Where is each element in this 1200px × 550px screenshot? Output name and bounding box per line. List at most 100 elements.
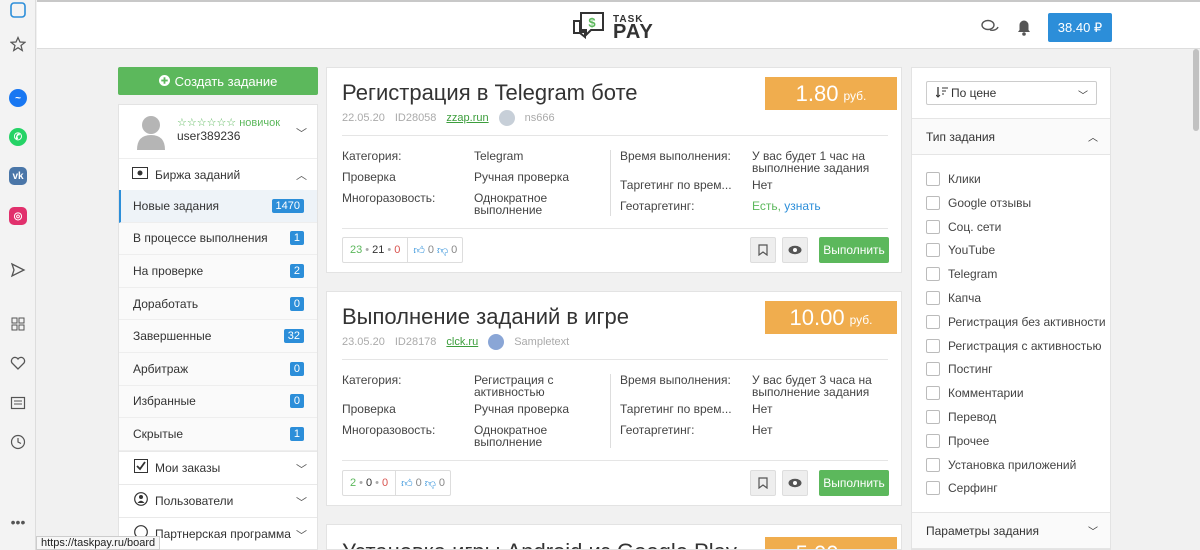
- scrollbar-thumb[interactable]: [1193, 49, 1199, 131]
- chat-icon[interactable]: [980, 17, 1000, 37]
- chevron-down-icon[interactable]: ﹀: [296, 461, 307, 477]
- status-bar-url: https://taskpay.ru/board: [36, 536, 161, 550]
- checkbox[interactable]: [926, 433, 940, 448]
- vk-icon[interactable]: vk: [9, 167, 27, 185]
- create-task-button[interactable]: Создать задание: [118, 67, 318, 95]
- like-dislike[interactable]: 👍︎ 0 👎︎ 0: [396, 477, 450, 490]
- more-icon[interactable]: •••: [8, 512, 28, 532]
- section-users[interactable]: Пользователи ﹀: [119, 483, 317, 517]
- checkbox[interactable]: [926, 457, 940, 472]
- like-dislike[interactable]: 👍︎ 0 👎︎ 0: [408, 244, 462, 257]
- hide-button[interactable]: [782, 237, 808, 263]
- page-scrollbar[interactable]: [1192, 49, 1200, 550]
- user-rank: ☆☆☆☆☆☆ новичок: [177, 117, 281, 129]
- section-my-orders[interactable]: Мои заказы ﹀: [119, 450, 317, 484]
- stat-good: 23: [350, 244, 363, 256]
- grid-icon[interactable]: [8, 314, 28, 334]
- task-type-option[interactable]: Регистрация с активностью: [926, 338, 1102, 353]
- task-type-option[interactable]: YouTube: [926, 243, 995, 258]
- sidebar-item-rework[interactable]: Доработать 0: [119, 287, 317, 321]
- task-type-option[interactable]: Установка приложений: [926, 457, 1076, 472]
- checkbox[interactable]: [926, 386, 940, 401]
- thumbs-down-icon[interactable]: 👎︎: [425, 477, 436, 490]
- execute-button[interactable]: Выполнить: [819, 237, 889, 263]
- eye-icon: [788, 245, 802, 255]
- checkbox[interactable]: [926, 219, 940, 234]
- task-type-option[interactable]: Капча: [926, 291, 981, 305]
- checkbox[interactable]: [926, 338, 940, 353]
- task-author[interactable]: Sampletext: [514, 336, 569, 348]
- bookmark-button[interactable]: [750, 237, 776, 263]
- thumbs-up-icon[interactable]: 👍︎: [413, 244, 425, 257]
- task-type-option[interactable]: Постинг: [926, 362, 993, 377]
- task-type-option[interactable]: Google отзывы: [926, 195, 1031, 210]
- checkbox[interactable]: [926, 267, 940, 282]
- task-type-option[interactable]: Комментарии: [926, 386, 1024, 401]
- task-type-option[interactable]: Прочее: [926, 433, 989, 448]
- task-type-option[interactable]: Соц. сети: [926, 219, 1001, 234]
- task-params-header[interactable]: Параметры задания ﹀: [912, 512, 1110, 549]
- balance-button[interactable]: 38.40 ₽: [1048, 13, 1112, 42]
- filter-panel: По цене ﹀ Тип задания ︿ Клики Google отзы…: [911, 67, 1111, 550]
- task-type-option[interactable]: Перевод: [926, 410, 996, 424]
- checkbox[interactable]: [926, 410, 940, 424]
- task-title[interactable]: Регистрация в Telegram боте: [342, 80, 638, 106]
- chevron-down-icon[interactable]: ﹀: [296, 527, 307, 543]
- thumbs-down-icon[interactable]: 👎︎: [437, 244, 448, 257]
- checkbox[interactable]: [926, 243, 940, 258]
- bookmark-button[interactable]: [750, 470, 776, 496]
- browser-sidebar: ~ ✆ vk ◎ •••: [0, 0, 36, 550]
- whatsapp-icon[interactable]: ✆: [9, 128, 27, 146]
- task-site-link[interactable]: clck.ru: [446, 336, 478, 348]
- thumbs-up-icon[interactable]: 👍︎: [401, 477, 413, 490]
- sidebar-item-new[interactable]: Новые задания 1470: [119, 190, 317, 223]
- task-site-link[interactable]: zzap.run: [446, 112, 488, 124]
- chevron-up-icon[interactable]: ︿: [296, 167, 307, 183]
- sidebar-menu: ☆☆☆☆☆☆ новичок user389236 ﹀ Биржа задани…: [118, 104, 318, 550]
- chevron-up-icon: ︿: [1088, 133, 1098, 144]
- news-icon[interactable]: [8, 393, 28, 413]
- likes-count: 0: [415, 477, 422, 489]
- task-type-option[interactable]: Telegram: [926, 267, 997, 282]
- bell-icon[interactable]: [1014, 17, 1034, 37]
- instagram-icon[interactable]: ◎: [9, 207, 27, 225]
- history-icon[interactable]: [8, 432, 28, 452]
- checkbox[interactable]: [926, 362, 940, 377]
- task-author[interactable]: ns666: [525, 112, 555, 124]
- chevron-down-icon[interactable]: ﹀: [296, 125, 307, 141]
- task-type-label: Регистрация с активностью: [948, 338, 1102, 353]
- send-icon[interactable]: [8, 260, 28, 280]
- heart-icon[interactable]: [8, 353, 28, 373]
- task-title[interactable]: Выполнение заданий в игре: [342, 304, 629, 330]
- sidebar-item-hidden[interactable]: Скрытые 1: [119, 418, 317, 451]
- task-type-option[interactable]: Регистрация без активности: [926, 314, 1106, 329]
- task-type-header[interactable]: Тип задания ︿: [912, 118, 1110, 155]
- sidebar-item-arbitration[interactable]: Арбитраж 0: [119, 352, 317, 386]
- task-title[interactable]: Установка игры Android из Google Play: [342, 539, 737, 549]
- checkbox[interactable]: [926, 481, 940, 496]
- geo-learn-link[interactable]: узнать: [784, 199, 820, 213]
- execute-button[interactable]: Выполнить: [819, 470, 889, 496]
- checkbox[interactable]: [926, 172, 940, 186]
- checkbox[interactable]: [926, 195, 940, 210]
- checkbox-checked-icon: [134, 459, 148, 476]
- sidebar-item-review[interactable]: На проверке 2: [119, 255, 317, 288]
- value-check: Ручная проверка: [474, 402, 570, 416]
- star-icon[interactable]: [8, 34, 28, 54]
- value-targeting: Нет: [752, 178, 773, 192]
- task-type-option[interactable]: Серфинг: [926, 481, 998, 496]
- task-type-option[interactable]: Клики: [926, 172, 981, 186]
- home-icon[interactable]: [8, 0, 28, 20]
- checkbox[interactable]: [926, 314, 940, 329]
- logo[interactable]: $ TASK PAY: [571, 10, 654, 42]
- chevron-down-icon[interactable]: ﹀: [296, 494, 307, 510]
- checkbox[interactable]: [926, 291, 940, 305]
- messenger-icon[interactable]: ~: [9, 89, 27, 107]
- section-task-exchange[interactable]: Биржа заданий ︿: [119, 159, 317, 190]
- user-block[interactable]: ☆☆☆☆☆☆ новичок user389236 ﹀: [119, 105, 317, 159]
- hide-button[interactable]: [782, 470, 808, 496]
- sidebar-item-in-progress[interactable]: В процессе выполнения 1: [119, 222, 317, 256]
- sort-select[interactable]: По цене ﹀: [926, 81, 1097, 105]
- sidebar-item-favorites[interactable]: Избранные 0: [119, 385, 317, 419]
- sidebar-item-completed[interactable]: Завершенные 32: [119, 320, 317, 353]
